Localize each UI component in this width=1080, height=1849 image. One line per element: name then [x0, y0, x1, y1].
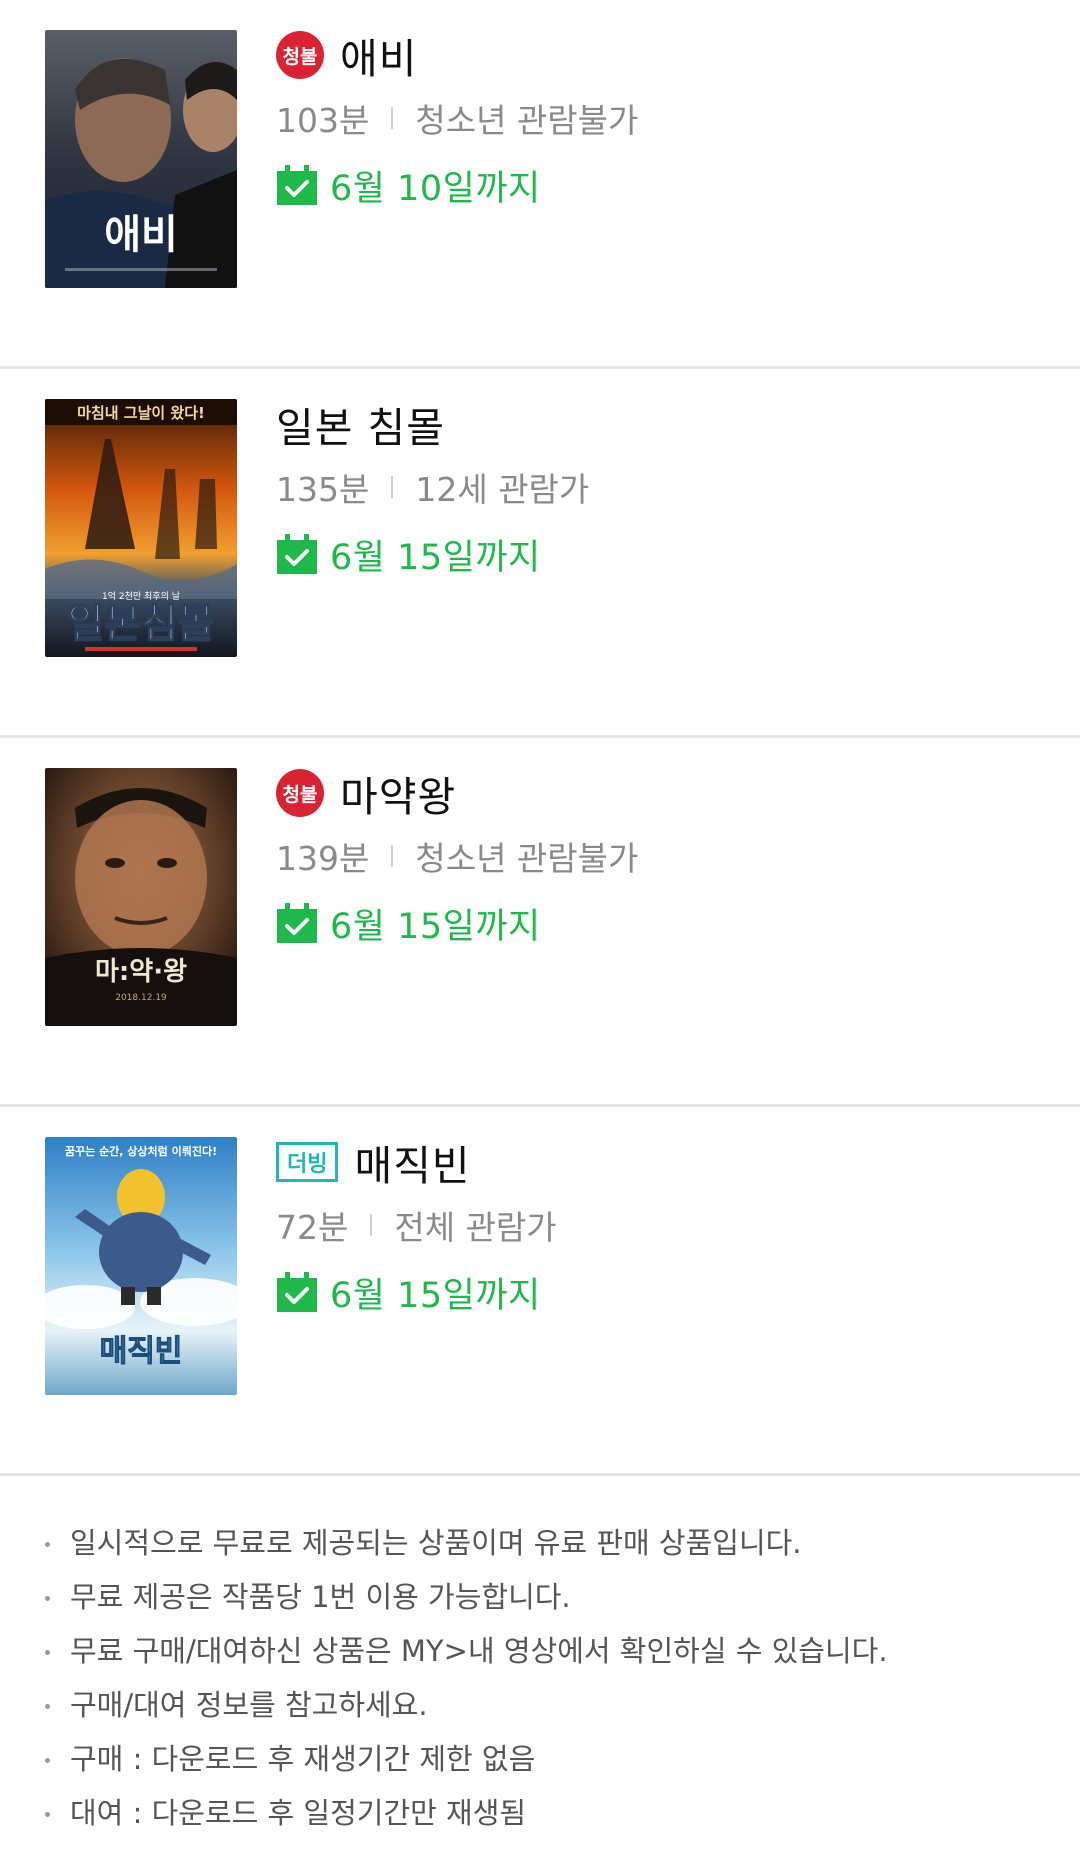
calendar-check-icon [277, 165, 317, 205]
meta-row: 72분 전체 관람가 [276, 1203, 1060, 1247]
calendar-check-icon [277, 1272, 317, 1312]
available-until: 6월 15일까지 [330, 1275, 541, 1316]
poster-title: 애비 [104, 212, 178, 258]
availability-row: 6월 15일까지 [276, 1269, 1060, 1316]
movie-item-abi[interactable]: 애비 청불 애비 103분 청소년 관람불가 6월 10일까지 [0, 0, 1080, 369]
movie-list: 애비 청불 애비 103분 청소년 관람불가 6월 10일까지 마침내 그날이 … [0, 0, 1080, 1476]
movie-info: 청불 마약왕 139분 청소년 관람불가 6월 15일까지 [276, 764, 1060, 947]
movie-poster[interactable]: 꿈꾸는 순간, 상상처럼 이뤄진다! 매직빈 [45, 1137, 237, 1395]
age-rating: 청소년 관람불가 [415, 839, 639, 878]
poster-tagline: 꿈꾸는 순간, 상상처럼 이뤄진다! [65, 1144, 217, 1158]
movie-poster[interactable]: 마:약·왕 2018.12.19 [45, 768, 237, 1026]
notice-item: 무료 구매/대여하신 상품은 MY>내 영상에서 확인하실 수 있습니다. [42, 1624, 1080, 1678]
meta-row: 139분 청소년 관람불가 [276, 834, 1060, 878]
age-rating: 청소년 관람불가 [415, 101, 639, 140]
availability-row: 6월 15일까지 [276, 531, 1060, 578]
title-row: 더빙 매직빈 [276, 1133, 1060, 1191]
title-row: 일본 침몰 [276, 395, 1060, 453]
movie-title[interactable]: 애비 [340, 25, 417, 85]
movie-poster[interactable]: 애비 [45, 30, 237, 288]
notice-item: 일시적으로 무료로 제공되는 상품이며 유료 판매 상품입니다. [42, 1516, 1080, 1570]
calendar-check-icon [277, 534, 317, 574]
movie-item-magic-bean[interactable]: 꿈꾸는 순간, 상상처럼 이뤄진다! 매직빈 더빙 매직빈 72분 전체 관람가 [0, 1107, 1080, 1476]
poster-title: 마:약·왕 [95, 957, 187, 987]
title-row: 청불 애비 [276, 26, 1060, 84]
notice-item: 대여 : 다운로드 후 일정기간만 재생됨 [42, 1786, 1080, 1840]
poster-image: 애비 [45, 30, 237, 288]
poster-image: 마:약·왕 2018.12.19 [45, 768, 237, 1026]
runtime: 139분 [276, 839, 370, 878]
movie-title[interactable]: 매직빈 [354, 1132, 470, 1192]
notice-list: 일시적으로 무료로 제공되는 상품이며 유료 판매 상품입니다. 무료 제공은 … [0, 1476, 1080, 1840]
meta-row: 135분 12세 관람가 [276, 465, 1060, 509]
notice-item: 무료 제공은 작품당 1번 이용 가능합니다. [42, 1570, 1080, 1624]
available-until: 6월 15일까지 [330, 537, 541, 578]
calendar-check-icon [277, 903, 317, 943]
runtime: 72분 [276, 1208, 349, 1247]
svg-text:2018.12.19: 2018.12.19 [115, 993, 167, 1003]
age-restriction-badge: 청불 [276, 31, 324, 79]
divider [370, 1214, 373, 1236]
poster-image: 마침내 그날이 왔다! 1억 2천만 최후의 날 일본침몰 [45, 399, 237, 657]
availability-row: 6월 15일까지 [276, 900, 1060, 947]
poster-image: 꿈꾸는 순간, 상상처럼 이뤄진다! 매직빈 [45, 1137, 237, 1395]
movie-item-japan-sinks[interactable]: 마침내 그날이 왔다! 1억 2천만 최후의 날 일본침몰 일본 침몰 135분… [0, 369, 1080, 738]
available-until: 6월 15일까지 [330, 906, 541, 947]
divider [391, 107, 394, 129]
divider [391, 845, 394, 867]
poster-title: 일본침몰 [67, 601, 214, 647]
movie-info: 더빙 매직빈 72분 전체 관람가 6월 15일까지 [276, 1133, 1060, 1316]
runtime: 103분 [276, 101, 370, 140]
movie-title[interactable]: 마약왕 [340, 763, 456, 823]
movie-title[interactable]: 일본 침몰 [276, 394, 445, 454]
movie-item-drug-king[interactable]: 마:약·왕 2018.12.19 청불 마약왕 139분 청소년 관람불가 6월… [0, 738, 1080, 1107]
notice-item: 구매 : 다운로드 후 재생기간 제한 없음 [42, 1732, 1080, 1786]
poster-tagline: 마침내 그날이 왔다! [77, 404, 205, 422]
available-until: 6월 10일까지 [330, 168, 541, 209]
movie-poster[interactable]: 마침내 그날이 왔다! 1억 2천만 최후의 날 일본침몰 [45, 399, 237, 657]
divider [391, 476, 394, 498]
movie-info: 청불 애비 103분 청소년 관람불가 6월 10일까지 [276, 26, 1060, 209]
runtime: 135분 [276, 470, 370, 509]
title-row: 청불 마약왕 [276, 764, 1060, 822]
poster-title: 매직빈 [100, 1334, 183, 1369]
age-restriction-badge: 청불 [276, 769, 324, 817]
age-rating: 12세 관람가 [415, 470, 590, 509]
movie-info: 일본 침몰 135분 12세 관람가 6월 15일까지 [276, 395, 1060, 578]
dubbed-badge: 더빙 [276, 1142, 339, 1182]
availability-row: 6월 10일까지 [276, 162, 1060, 209]
notice-item: 구매/대여 정보를 참고하세요. [42, 1678, 1080, 1732]
meta-row: 103분 청소년 관람불가 [276, 96, 1060, 140]
age-rating: 전체 관람가 [394, 1208, 557, 1247]
